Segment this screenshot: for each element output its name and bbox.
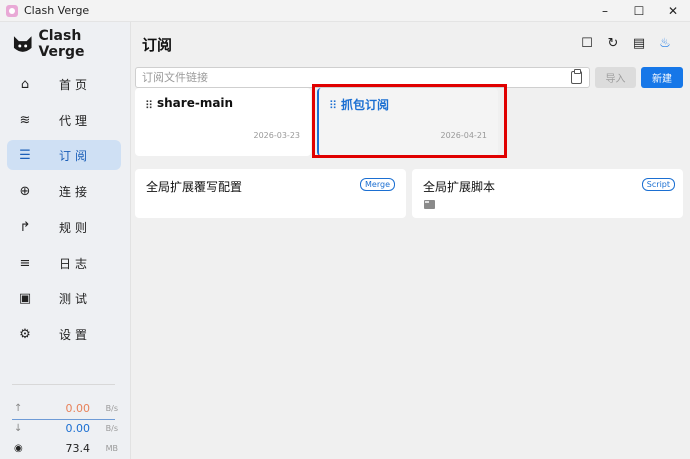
sidebar-item-settings[interactable]: ⚙ 设置	[7, 319, 121, 349]
import-button[interactable]: 导入	[595, 67, 636, 88]
list-icon: ≡	[19, 255, 31, 271]
wifi-icon: ≋	[19, 112, 31, 128]
cat-logo-icon	[13, 36, 32, 52]
sidebar-item-test[interactable]: ▣ 测试	[7, 283, 121, 313]
fork-icon: ↱	[19, 219, 31, 235]
sidebar-item-profiles[interactable]: ☰ 订阅	[7, 140, 121, 170]
toolbar: ☐ ↻ ▤ ♨	[574, 34, 678, 52]
script-badge: Script	[641, 178, 675, 191]
download-value: 0.00	[65, 421, 91, 435]
extension-name: 全局扩展脚本	[423, 180, 496, 194]
minimize-button[interactable]: –	[588, 0, 622, 22]
arrow-up-icon: ↑	[14, 402, 23, 414]
drag-handle-icon[interactable]: ⠿	[145, 99, 153, 112]
sidebar: Clash Verge ⌂ 首页 ≋ 代理 ☰ 订阅 ⊕ 连接 ↱ 规则 ≡ 日…	[0, 22, 131, 459]
refresh-icon[interactable]: ↻	[600, 34, 626, 52]
download-speed: ↓ 0.00 B/s	[14, 421, 118, 435]
app-logo-icon	[6, 4, 18, 17]
memory-value: 73.4	[65, 441, 91, 455]
maximize-button[interactable]: ☐	[622, 0, 656, 22]
sidebar-item-label: 规则	[59, 220, 92, 235]
brand-name: Clash Verge	[38, 28, 85, 60]
fire-icon[interactable]: ♨	[652, 34, 678, 52]
gear-icon: ⚙	[19, 326, 31, 342]
memory-icon: ◉	[14, 442, 23, 454]
upload-unit: B/s	[105, 403, 118, 413]
divider	[12, 384, 115, 385]
memory-usage: ◉ 73.4 MB	[14, 441, 118, 455]
highlight-box	[312, 84, 507, 158]
document-icon[interactable]: ▤	[626, 34, 652, 52]
profile-card-share-main[interactable]: ⠿ share-main 2026-03-23	[135, 88, 311, 156]
home-icon: ⌂	[20, 76, 30, 92]
brand: Clash Verge	[12, 28, 130, 60]
sidebar-item-label: 设置	[59, 327, 92, 342]
arrow-down-icon: ↓	[14, 422, 23, 434]
close-button[interactable]: ✕	[656, 0, 690, 22]
sidebar-item-rules[interactable]: ↱ 规则	[7, 212, 121, 242]
extension-name: 全局扩展覆写配置	[146, 180, 243, 194]
sidebar-item-home[interactable]: ⌂ 首页	[7, 69, 121, 99]
profile-date: 2026-03-23	[253, 131, 301, 140]
sidebar-item-label: 代理	[59, 113, 92, 128]
download-unit: B/s	[105, 423, 118, 433]
global-merge-card[interactable]: 全局扩展覆写配置 Merge	[135, 169, 406, 218]
title-bar: Clash Verge – ☐ ✕	[0, 0, 690, 22]
window-controls: – ☐ ✕	[588, 0, 690, 22]
storage-icon: ☰	[19, 147, 31, 163]
sidebar-item-connections[interactable]: ⊕ 连接	[7, 176, 121, 206]
file-icon	[424, 200, 435, 209]
sidebar-item-label: 测试	[59, 291, 92, 306]
window-title: Clash Verge	[24, 4, 90, 17]
new-button[interactable]: 新建	[641, 67, 683, 88]
sidebar-item-proxies[interactable]: ≋ 代理	[7, 105, 121, 135]
sidebar-item-logs[interactable]: ≡ 日志	[7, 248, 121, 278]
traffic-graph-line	[12, 419, 115, 420]
sidebar-item-label: 连接	[59, 184, 92, 199]
merge-badge: Merge	[360, 178, 395, 191]
memory-unit: MB	[105, 443, 118, 453]
page-title: 订阅	[142, 36, 173, 54]
upload-speed: ↑ 0.00 B/s	[14, 401, 118, 415]
lock-icon: ▣	[18, 290, 32, 306]
globe-icon: ⊕	[19, 183, 31, 199]
profile-name: share-main	[157, 96, 234, 110]
select-all-icon[interactable]: ☐	[574, 34, 600, 52]
upload-value: 0.00	[65, 401, 91, 415]
sidebar-item-label: 日志	[59, 256, 92, 271]
sidebar-item-label: 订阅	[59, 148, 92, 163]
global-script-card[interactable]: 全局扩展脚本 Script	[412, 169, 683, 218]
sidebar-item-label: 首页	[59, 77, 92, 92]
clipboard-icon[interactable]	[571, 69, 582, 84]
